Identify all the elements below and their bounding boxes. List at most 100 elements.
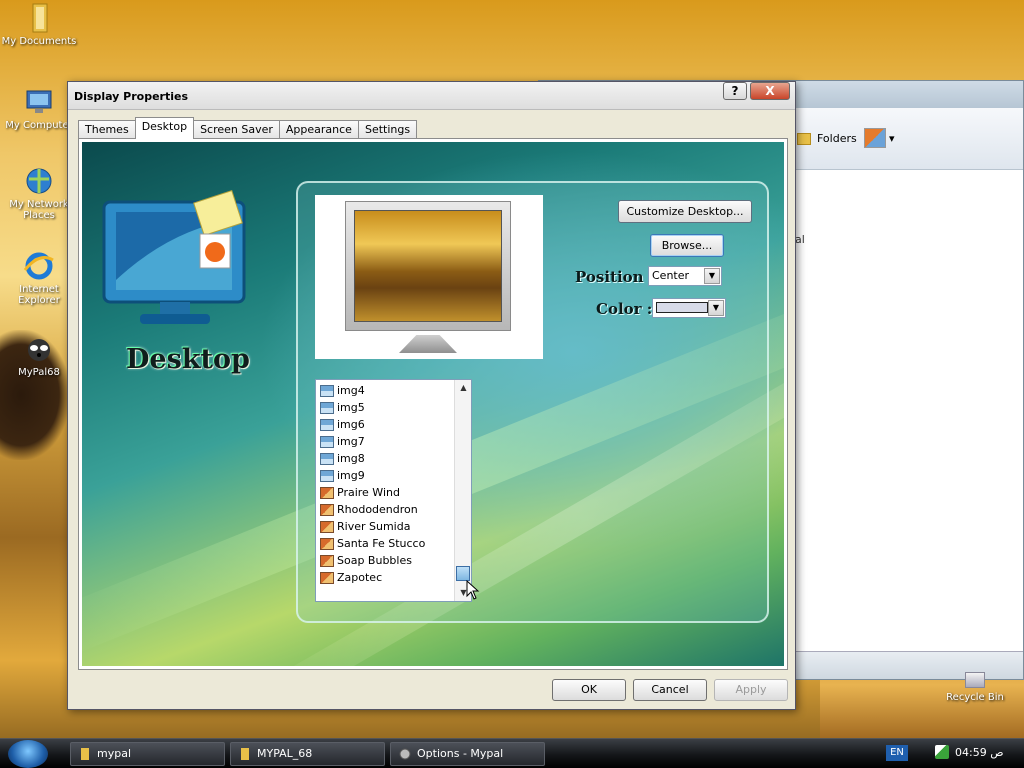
background-name: River Sumida [337, 520, 411, 533]
image-thumbnail-icon [320, 384, 334, 397]
ie-icon [23, 252, 54, 280]
recycle-bin-icon [965, 672, 985, 688]
desktop-icon-label: MyPal68 [18, 367, 60, 378]
options-icon [399, 748, 411, 760]
apply-button[interactable]: Apply [714, 679, 788, 701]
mypal-icon [28, 339, 50, 361]
image-thumbnail-icon [320, 469, 334, 482]
explorer-partial-text: al [795, 233, 805, 246]
dialog-titlebar[interactable]: Display Properties ? X [68, 82, 795, 110]
browse-button[interactable]: Browse... [650, 234, 724, 257]
background-name: img5 [337, 401, 365, 414]
taskbar-button-label: MYPAL_68 [257, 747, 313, 760]
desktop-heading: Desktop [126, 344, 250, 375]
background-name: Santa Fe Stucco [337, 537, 426, 550]
clock[interactable]: 04:59 ص [955, 746, 1004, 759]
tab-strip: Themes Desktop Screen Saver Appearance S… [78, 117, 418, 139]
folders-label: Folders [817, 132, 857, 145]
preview-screen [354, 210, 502, 322]
recycle-bin-label: Recycle Bin [946, 692, 1004, 703]
desktop-icon-label: Internet Explorer [18, 284, 60, 306]
language-indicator[interactable]: EN [886, 745, 908, 761]
scroll-thumb[interactable] [456, 566, 470, 581]
image-thumbnail-icon [320, 486, 334, 499]
background-name: img6 [337, 418, 365, 431]
desktop-monitor-icon [102, 190, 246, 324]
color-swatch [656, 302, 708, 313]
background-name: Rhododendron [337, 503, 418, 516]
taskbar-button-mypal[interactable]: mypal [70, 742, 225, 766]
desktop-icon-my-documents[interactable]: My Documents [0, 2, 78, 47]
background-list-item[interactable]: Soap Bubbles [320, 552, 453, 569]
taskbar-button-label: mypal [97, 747, 132, 760]
network-icon [26, 168, 52, 194]
preview-monitor [345, 201, 511, 331]
panel-background-art: Desktop Customize Desktop... Browse... P… [82, 142, 784, 666]
background-name: img4 [337, 384, 365, 397]
background-list[interactable]: img4 img5 img6 img7 img8 img9 Praire Wind Rhodo… [315, 379, 472, 602]
position-select[interactable]: Center ▼ [648, 266, 722, 286]
desktop-tab-panel: Desktop Customize Desktop... Browse... P… [78, 138, 788, 670]
background-list-item[interactable]: River Sumida [320, 518, 453, 535]
wallpaper-preview [315, 195, 543, 359]
taskbar: mypal MYPAL_68 Options - Mypal EN 04:59 … [0, 738, 1024, 768]
close-button[interactable]: X [750, 82, 790, 100]
background-list-item[interactable]: Praire Wind [320, 484, 453, 501]
desktop-icon-label: My Documents [1, 36, 77, 47]
image-thumbnail-icon [320, 435, 334, 448]
tab-themes[interactable]: Themes [78, 120, 136, 139]
display-properties-dialog[interactable]: Display Properties ? X Themes Desktop Sc… [67, 81, 796, 710]
desktop-icon-recycle-bin[interactable]: Recycle Bin [940, 672, 1010, 703]
ok-button[interactable]: OK [552, 679, 626, 701]
tab-settings[interactable]: Settings [357, 120, 418, 139]
tab-screen-saver[interactable]: Screen Saver [193, 120, 280, 139]
views-icon [864, 128, 886, 148]
image-thumbnail-icon [320, 452, 334, 465]
background-list-item[interactable]: Santa Fe Stucco [320, 535, 453, 552]
scroll-up-icon[interactable]: ▲ [455, 380, 471, 396]
tab-appearance[interactable]: Appearance [278, 120, 359, 139]
chevron-down-icon: ▾ [889, 131, 895, 145]
background-name: img9 [337, 469, 365, 482]
taskbar-button-label: Options - Mypal [417, 747, 504, 760]
help-button[interactable]: ? [723, 82, 747, 100]
preview-monitor-stand [399, 335, 457, 353]
folders-button[interactable]: Folders [797, 132, 857, 145]
image-thumbnail-icon [320, 401, 334, 414]
background-list-item[interactable]: Zapotec [320, 569, 453, 586]
background-list-item[interactable]: img6 [320, 416, 453, 433]
cancel-button[interactable]: Cancel [633, 679, 707, 701]
list-scrollbar[interactable]: ▲ ▼ [454, 380, 471, 601]
background-list-item[interactable]: Rhododendron [320, 501, 453, 518]
color-label: Color : [596, 300, 653, 318]
folder-icon [32, 3, 48, 33]
system-tray: 04:59 ص [935, 745, 1004, 759]
chevron-down-icon[interactable]: ▼ [708, 300, 724, 316]
background-list-item[interactable]: img7 [320, 433, 453, 450]
color-picker[interactable]: ▼ [652, 298, 726, 318]
mouse-cursor-icon [466, 580, 480, 600]
taskbar-button-options[interactable]: Options - Mypal [390, 742, 545, 766]
background-name: Praire Wind [337, 486, 400, 499]
chevron-down-icon[interactable]: ▼ [704, 268, 720, 284]
image-thumbnail-icon [320, 554, 334, 567]
background-name: Zapotec [337, 571, 383, 584]
background-list-item[interactable]: img5 [320, 399, 453, 416]
image-thumbnail-icon [320, 418, 334, 431]
network-status-icon[interactable] [935, 745, 949, 759]
views-button[interactable]: ▾ [864, 128, 895, 148]
background-name: img8 [337, 452, 365, 465]
background-list-item[interactable]: img4 [320, 382, 453, 399]
desktop-icon-label: My Network Places [9, 199, 69, 221]
desktop-icon-label: My Computer [5, 120, 73, 131]
tab-desktop[interactable]: Desktop [134, 117, 195, 139]
background-list-item[interactable]: img8 [320, 450, 453, 467]
start-button[interactable] [8, 740, 48, 768]
image-thumbnail-icon [320, 520, 334, 533]
position-label: Position : [575, 268, 655, 286]
customize-desktop-button[interactable]: Customize Desktop... [618, 200, 752, 223]
background-items: img4 img5 img6 img7 img8 img9 Praire Wind Rhodo… [320, 382, 453, 586]
taskbar-button-mypal68[interactable]: MYPAL_68 [230, 742, 385, 766]
image-thumbnail-icon [320, 571, 334, 584]
background-list-item[interactable]: img9 [320, 467, 453, 484]
